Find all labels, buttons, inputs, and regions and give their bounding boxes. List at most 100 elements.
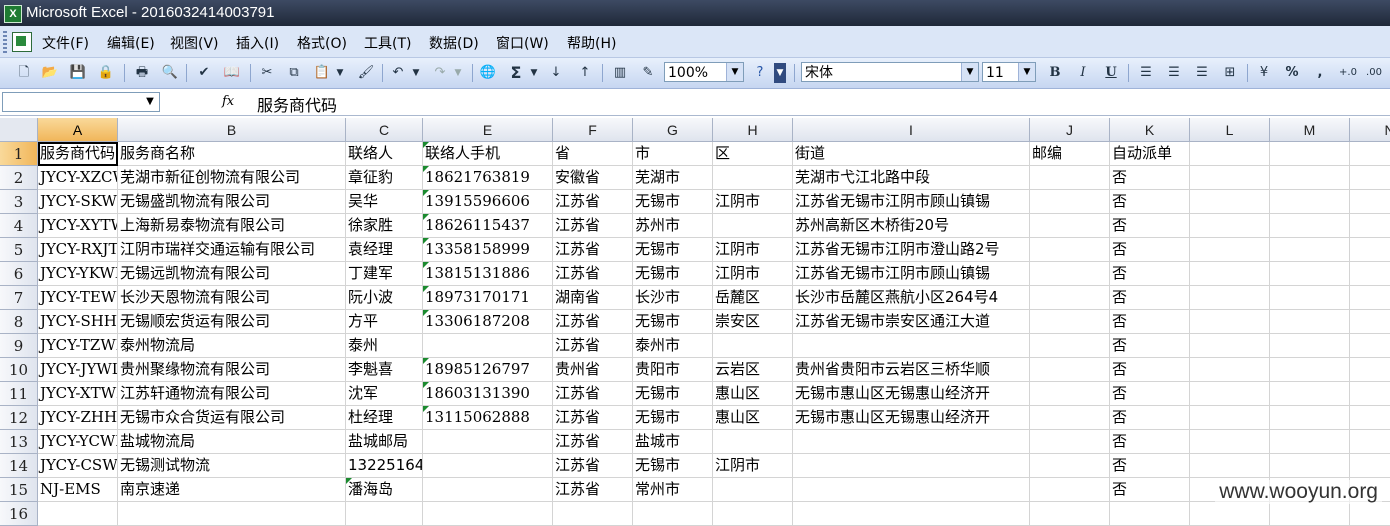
cell[interactable]: 泰州物流局	[118, 334, 346, 358]
cell[interactable]: 无锡市	[633, 262, 713, 286]
cell[interactable]	[423, 502, 553, 526]
undo-icon[interactable]: ↶	[388, 63, 408, 83]
cell[interactable]: 18603131390	[423, 382, 553, 406]
menu-item[interactable]: 帮助(H)	[567, 33, 616, 53]
row-header[interactable]: 13	[0, 430, 38, 454]
cell[interactable]: 江阴市	[713, 190, 793, 214]
row-header[interactable]: 3	[0, 190, 38, 214]
insert-function-icon[interactable]: fx	[222, 94, 234, 109]
cell[interactable]: 丁建军	[346, 262, 423, 286]
cell[interactable]	[1270, 238, 1350, 262]
cell[interactable]	[1270, 382, 1350, 406]
row-header[interactable]: 7	[0, 286, 38, 310]
cell[interactable]	[1350, 286, 1390, 310]
open-folder-icon[interactable]: 📂	[40, 63, 60, 83]
cell[interactable]	[1190, 262, 1270, 286]
cell[interactable]: 否	[1110, 214, 1190, 238]
column-header-n[interactable]: N	[1350, 118, 1390, 142]
cell[interactable]: 无锡盛凯物流有限公司	[118, 190, 346, 214]
column-header-f[interactable]: F	[553, 118, 633, 142]
cell[interactable]: NJ-EMS	[38, 478, 118, 502]
cell[interactable]	[1190, 286, 1270, 310]
cell[interactable]	[1350, 502, 1390, 526]
cell[interactable]	[713, 334, 793, 358]
cell[interactable]: 无锡市	[633, 382, 713, 406]
cell[interactable]	[713, 502, 793, 526]
autosum-dropdown-icon[interactable]: ▼	[528, 63, 540, 83]
cell[interactable]	[1030, 382, 1110, 406]
cell[interactable]: JYCY-RXJT	[38, 238, 118, 262]
cell[interactable]: 区	[713, 142, 793, 166]
cell[interactable]: 江苏省	[553, 454, 633, 478]
cell[interactable]	[713, 478, 793, 502]
cell[interactable]	[1030, 358, 1110, 382]
cell[interactable]: JYCY-XTWL	[38, 382, 118, 406]
cell[interactable]	[1030, 214, 1110, 238]
align-left-icon[interactable]: ☰	[1136, 63, 1156, 83]
cell[interactable]: 阮小波	[346, 286, 423, 310]
cell[interactable]: 13915596606	[423, 190, 553, 214]
cell[interactable]: 盐城市	[633, 430, 713, 454]
cell[interactable]: 方平	[346, 310, 423, 334]
cell[interactable]: JYCY-XYTWL	[38, 214, 118, 238]
copy-icon[interactable]: ⧉	[284, 63, 304, 83]
bold-button[interactable]: B	[1045, 63, 1065, 83]
cell[interactable]: 无锡顺宏货运有限公司	[118, 310, 346, 334]
cell[interactable]	[1270, 166, 1350, 190]
cut-icon[interactable]: ✂	[257, 63, 277, 83]
cell[interactable]: 无锡市惠山区无锡惠山经济开	[793, 406, 1030, 430]
cell[interactable]: 长沙市	[633, 286, 713, 310]
cell[interactable]	[423, 430, 553, 454]
cell[interactable]	[1350, 166, 1390, 190]
cell[interactable]: 南京速递	[118, 478, 346, 502]
align-right-icon[interactable]: ☰	[1192, 63, 1212, 83]
cell[interactable]: 18621763819	[423, 166, 553, 190]
cell[interactable]	[713, 166, 793, 190]
cell[interactable]	[793, 430, 1030, 454]
cell[interactable]: 安徽省	[553, 166, 633, 190]
cell[interactable]	[1350, 190, 1390, 214]
cell[interactable]	[793, 454, 1030, 478]
cell[interactable]: 否	[1110, 478, 1190, 502]
cell[interactable]: 江苏省无锡市崇安区通江大道	[793, 310, 1030, 334]
cell[interactable]: 街道	[793, 142, 1030, 166]
cell[interactable]	[1190, 142, 1270, 166]
cell[interactable]: 13358158999	[423, 238, 553, 262]
cell[interactable]: JYCY-TZWL	[38, 334, 118, 358]
cell[interactable]	[1270, 454, 1350, 478]
cell[interactable]: 常州市	[633, 478, 713, 502]
cell[interactable]: 否	[1110, 406, 1190, 430]
cell[interactable]	[346, 502, 423, 526]
cell[interactable]	[1190, 502, 1270, 526]
cell[interactable]: 江苏省无锡市江阴市澄山路2号	[793, 238, 1030, 262]
row-header[interactable]: 16	[0, 502, 38, 526]
cell[interactable]: 芜湖市	[633, 166, 713, 190]
drawing-icon[interactable]: ✎	[638, 63, 658, 83]
italic-button[interactable]: I	[1073, 63, 1093, 83]
cell[interactable]	[1350, 430, 1390, 454]
cell[interactable]	[1030, 454, 1110, 478]
cell[interactable]: 无锡市众合货运有限公司	[118, 406, 346, 430]
cell[interactable]: 沈军	[346, 382, 423, 406]
help-icon[interactable]: ?	[750, 63, 770, 83]
cell[interactable]	[1190, 166, 1270, 190]
cell[interactable]: 服务商代码	[38, 142, 118, 166]
increase-decimal-icon[interactable]: +.0	[1338, 63, 1358, 83]
cell[interactable]	[1270, 262, 1350, 286]
cell[interactable]	[1030, 502, 1110, 526]
cell[interactable]	[1190, 214, 1270, 238]
cell[interactable]	[1270, 502, 1350, 526]
cell[interactable]: 江苏省	[553, 214, 633, 238]
save-icon[interactable]: 💾	[68, 63, 88, 83]
cell[interactable]: 泰州	[346, 334, 423, 358]
cell[interactable]: 否	[1110, 430, 1190, 454]
menu-grip-handle[interactable]	[3, 31, 7, 53]
cell[interactable]: JYCY-CSWL	[38, 454, 118, 478]
cell[interactable]: 李魁喜	[346, 358, 423, 382]
formula-input[interactable]: 服务商代码	[257, 92, 337, 116]
cell[interactable]: 苏州市	[633, 214, 713, 238]
cell[interactable]	[713, 430, 793, 454]
cell[interactable]: 吴华	[346, 190, 423, 214]
cell[interactable]: 徐家胜	[346, 214, 423, 238]
cell[interactable]: 惠山区	[713, 406, 793, 430]
